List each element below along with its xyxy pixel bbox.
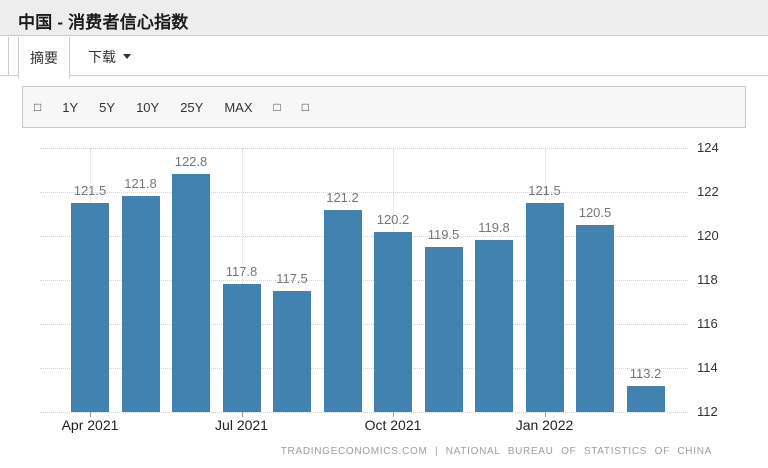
caret-down-icon [123,54,131,59]
x-axis-label: Apr 2021 [61,417,119,433]
x-axis-label: Jan 2022 [515,417,574,433]
bar-mar-2022[interactable] [626,385,665,412]
y-axis-label-118: 118 [697,272,718,287]
bar-dec-2021[interactable] [475,240,513,412]
tab-summary[interactable]: 摘要 [18,37,70,78]
bar-value-label: 121.8 [124,176,157,192]
y-axis-label-114: 114 [697,360,718,375]
bar-sep-2021[interactable] [323,209,362,412]
chart-type-icon[interactable]: □ [274,100,281,114]
bar-value-label: 122.8 [174,154,208,170]
y-axis-label-120: 120 [697,228,719,243]
y-axis-label-112: 112 [697,404,718,419]
tab-download-label: 下载 [88,48,116,65]
x-axis-label: Oct 2021 [364,417,422,433]
compare-icon[interactable]: □ [302,100,309,114]
bar-value-label: 113.2 [629,365,662,381]
bar-feb-2022[interactable] [576,225,614,412]
page-title: 中国 - 消费者信心指数 [18,13,189,32]
bar-value-label: 120.5 [578,205,612,220]
page: 中国 - 消费者信心指数 摘要 下载 □ 1Y 5Y 10Y 25Y MAX □ □ 112 1… [0,0,768,468]
bar-value-label: 120.2 [376,211,410,227]
chart-attribution: TRADINGECONOMICS.COM | NATIONAL BUREAU O… [280,446,712,457]
bar-jun-2021[interactable] [172,174,210,412]
bar-jul-2021[interactable] [222,284,261,412]
bar-apr-2021[interactable] [71,203,109,412]
bar-oct-2021[interactable] [374,231,412,412]
tab-download[interactable]: 下载 [88,37,131,76]
tab-bar-left-divider [8,37,9,76]
gridline-y-124 [40,148,688,149]
chart-area: 112 114 116 118 120 122 124 Apr 2021 Jul 2021 Oct… [0,128,768,468]
y-axis-label-116: 116 [697,316,718,331]
y-axis-label-122: 122 [697,184,719,199]
bar-nov-2021[interactable] [424,247,463,412]
bar-value-label: 121.5 [528,183,561,198]
range-button-10y[interactable]: 10Y [136,100,159,115]
bar-value-label: 121.2 [326,189,359,205]
bar-jan-2022[interactable] [525,203,564,412]
page-header: 中国 - 消费者信心指数 [0,0,768,36]
bar-aug-2021[interactable] [273,291,311,412]
range-button-5y[interactable]: 5Y [99,100,115,115]
bar-value-label: 119.8 [478,220,510,236]
range-button-1y[interactable]: 1Y [62,100,78,115]
bar-value-label: 117.5 [276,271,308,286]
bar-may-2021[interactable] [121,196,160,412]
range-button-25y[interactable]: 25Y [180,100,203,115]
calendar-icon[interactable]: □ [34,100,41,114]
gridline-y-112 [40,412,688,413]
tab-summary-label: 摘要 [30,49,58,66]
range-button-max[interactable]: MAX [224,100,252,115]
x-axis-label: Jul 2021 [215,417,268,433]
chart-range-toolbar: □ 1Y 5Y 10Y 25Y MAX □ □ [22,86,746,128]
y-axis-label-124: 124 [697,140,719,155]
